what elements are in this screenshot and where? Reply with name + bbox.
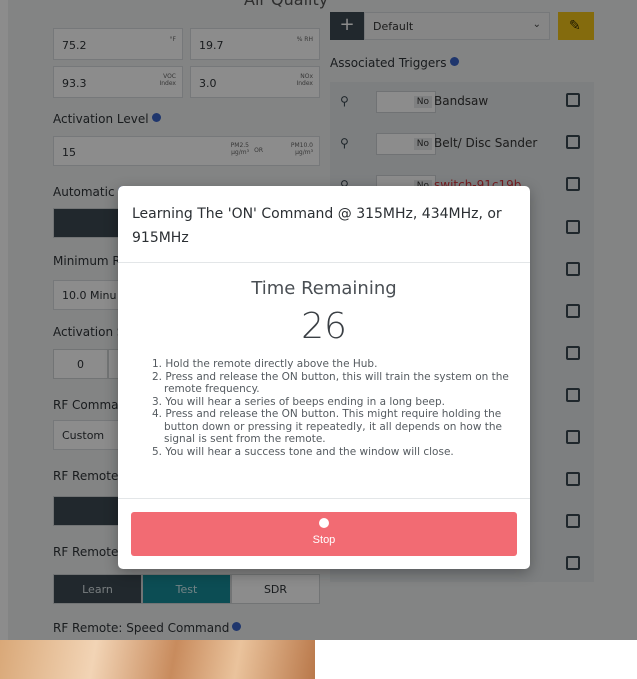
instruction-step: 3. You will hear a series of beeps endin… (152, 395, 446, 408)
instruction-step: 2. Press and release the ON button, this… (152, 370, 509, 396)
time-remaining-label: Time Remaining (251, 278, 397, 299)
instruction-step: 4. Press and release the ON button. This… (152, 408, 502, 445)
learning-dialog: Learning The 'ON' Command @ 315MHz, 434M… (118, 186, 530, 569)
background-photo (0, 640, 315, 679)
dialog-title: Learning The 'ON' Command @ 315MHz, 434M… (132, 206, 502, 246)
instruction-step: 5. You will hear a success tone and the … (152, 445, 454, 458)
instructions-list: 1. Hold the remote directly above the Hu… (152, 358, 512, 458)
stop-indicator-icon (319, 518, 329, 528)
instruction-step: 1. Hold the remote directly above the Hu… (152, 358, 378, 370)
countdown-value: 26 (301, 306, 347, 347)
divider (118, 262, 530, 263)
divider (118, 498, 530, 499)
stop-button[interactable]: Stop (131, 512, 517, 556)
